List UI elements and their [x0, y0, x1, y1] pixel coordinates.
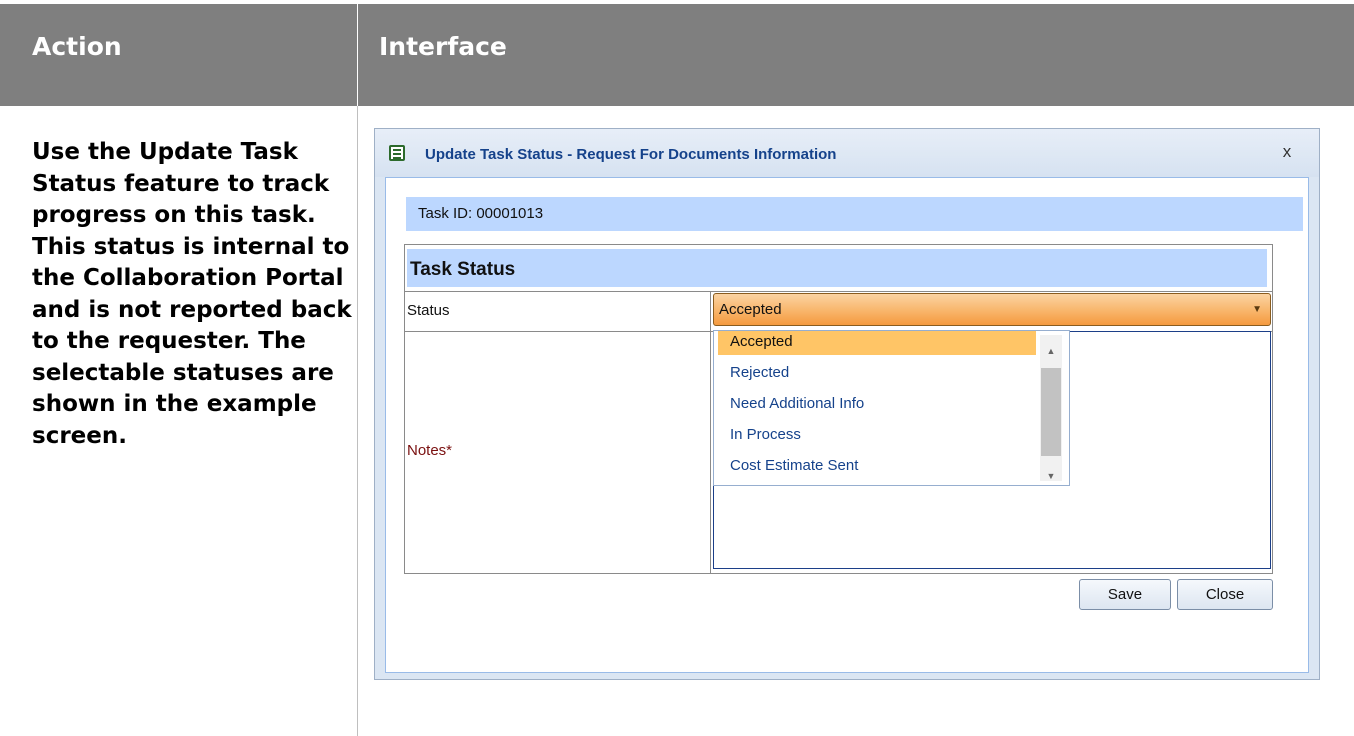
- status-dropdown-list[interactable]: Accepted Rejected Need Additional Info I…: [713, 330, 1070, 486]
- scrollbar-thumb[interactable]: [1041, 368, 1061, 456]
- table-header: Action Interface: [0, 4, 1354, 106]
- status-option[interactable]: Need Additional Info: [718, 393, 1036, 417]
- close-button[interactable]: Close: [1177, 579, 1273, 610]
- scroll-up-icon[interactable]: ▲: [1040, 342, 1062, 360]
- notes-label: Notes*: [407, 442, 453, 459]
- dialog-title: Update Task Status - Request For Documen…: [425, 146, 837, 163]
- close-icon[interactable]: x: [1277, 143, 1297, 163]
- status-option[interactable]: Accepted: [718, 331, 1036, 355]
- status-option[interactable]: In Process: [718, 424, 1036, 448]
- dropdown-scrollbar[interactable]: ▲ ▼: [1040, 335, 1062, 481]
- status-select[interactable]: Accepted ▼: [713, 293, 1271, 326]
- status-select-value: Accepted: [719, 301, 782, 318]
- header-divider: [357, 4, 358, 106]
- row-divider: [405, 291, 1272, 292]
- form-icon: [389, 145, 405, 161]
- save-button[interactable]: Save: [1079, 579, 1171, 610]
- scroll-down-icon[interactable]: ▼: [1040, 467, 1062, 485]
- column-divider: [357, 106, 358, 736]
- interface-column-header: Interface: [379, 32, 507, 61]
- column-divider: [710, 291, 711, 573]
- task-id-bar: Task ID: 00001013: [406, 197, 1303, 231]
- dialog-titlebar[interactable]: Update Task Status - Request For Documen…: [375, 129, 1319, 177]
- status-option[interactable]: Rejected: [718, 362, 1036, 386]
- chevron-down-icon[interactable]: ▼: [1252, 294, 1262, 326]
- task-status-header: Task Status: [407, 249, 1267, 287]
- status-label: Status: [407, 302, 450, 319]
- action-column-header: Action: [32, 32, 122, 61]
- action-description: Use the Update Task Status feature to tr…: [32, 139, 352, 449]
- status-option[interactable]: Cost Estimate Sent: [718, 455, 1036, 479]
